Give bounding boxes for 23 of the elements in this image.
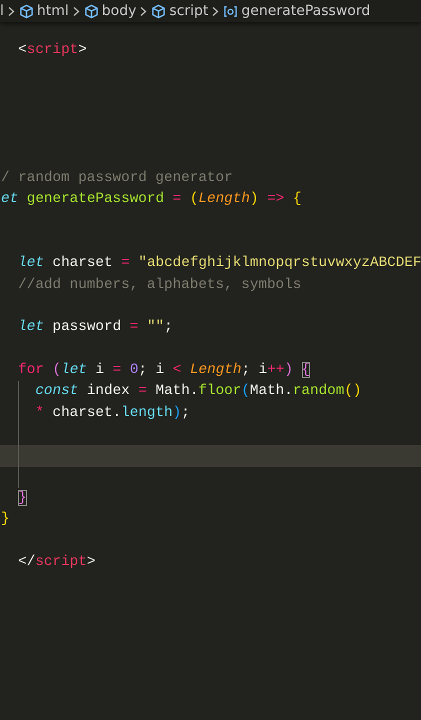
code-line: <script> (17, 41, 88, 60)
code-line: //add numbers, alphabets, symbols (17, 276, 302, 295)
code-line: let password = ""; (17, 318, 174, 338)
code-line: let charset = "abcdefghijklmnopqrstuvwxyzABCDEF (17, 254, 421, 274)
breadcrumb-item[interactable]: html (36, 3, 69, 19)
chevron-icon (139, 6, 148, 16)
chevron-icon (6, 6, 16, 16)
chevron-icon (211, 6, 220, 16)
chevron-icon (72, 6, 81, 16)
code-line: / random password generator (0, 168, 234, 188)
breadcrumb-item[interactable]: generatePassword (241, 3, 370, 19)
code-line: et generatePassword = (Length) => { (0, 190, 302, 210)
code-line: } (0, 510, 11, 530)
breadcrumb-item[interactable]: l (0, 3, 4, 19)
code-line: * charset.length); (0, 402, 421, 424)
breadcrumb-item[interactable]: body (102, 3, 136, 19)
code-line: const index = Math.floor(Math.random() (0, 381, 421, 403)
cube-icon (84, 4, 99, 18)
cube-icon (18, 4, 34, 18)
cube-icon (151, 4, 166, 18)
breadcrumb-item[interactable]: script (169, 3, 208, 19)
variable-icon (223, 4, 238, 18)
code-line: </script> (17, 552, 96, 572)
